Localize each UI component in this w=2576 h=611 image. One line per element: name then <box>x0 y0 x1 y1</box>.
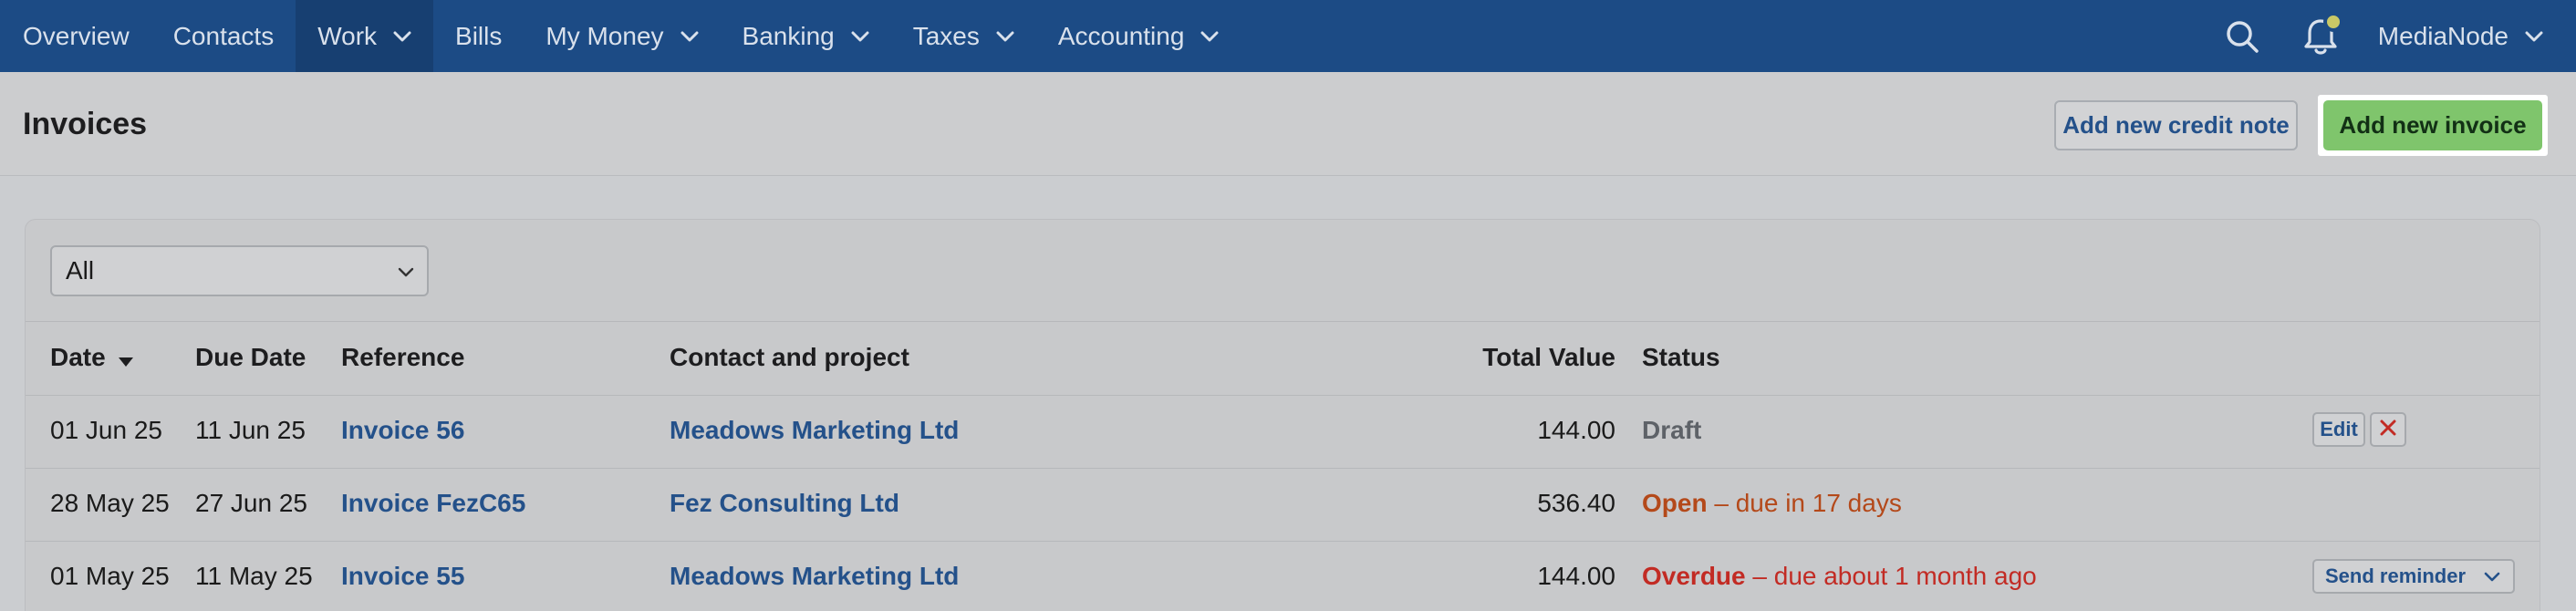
nav-item-taxes[interactable]: Taxes <box>891 0 1036 72</box>
column-header-total[interactable]: Total Value <box>1330 343 1615 372</box>
search-icon[interactable] <box>2221 16 2263 57</box>
bell-icon[interactable] <box>2300 11 2343 57</box>
divider <box>26 468 2540 469</box>
cell-total: 536.40 <box>1537 489 1615 517</box>
top-navigation: Overview Contacts Work Bills My Money Ba… <box>0 0 2576 72</box>
nav-item-label: Taxes <box>912 21 980 50</box>
divider <box>26 395 2540 396</box>
notification-badge <box>2322 11 2343 32</box>
nav-item-label: Bills <box>455 21 503 50</box>
add-invoice-button[interactable]: Add new invoice <box>2323 100 2542 150</box>
divider <box>26 541 2540 542</box>
status-label: Open <box>1642 489 1708 517</box>
nav-item-work[interactable]: Work <box>296 0 434 72</box>
column-header-label: Date <box>50 343 106 371</box>
status-label: Draft <box>1642 416 1702 444</box>
chevron-down-icon <box>398 267 414 278</box>
cell-status: Open – due in 17 days <box>1642 489 1902 518</box>
cell-status: Draft <box>1642 416 1701 445</box>
invoice-reference-link[interactable]: Invoice 55 <box>341 562 464 591</box>
nav-item-banking[interactable]: Banking <box>721 0 891 72</box>
nav-item-contacts[interactable]: Contacts <box>151 0 296 72</box>
close-icon <box>2380 419 2396 440</box>
cell-due-date: 27 Jun 25 <box>195 489 307 517</box>
invoice-reference-link[interactable]: Invoice 56 <box>341 416 464 445</box>
column-header-reference[interactable]: Reference <box>341 343 464 372</box>
contact-link[interactable]: Meadows Marketing Ltd <box>670 416 959 445</box>
nav-item-bills[interactable]: Bills <box>433 0 524 72</box>
page-header: Invoices Add new credit note Add new inv… <box>0 72 2576 176</box>
chevron-down-icon <box>2525 31 2543 42</box>
account-menu[interactable]: MediaNode <box>2378 22 2543 51</box>
status-detail: – due about 1 month ago <box>1745 562 2037 590</box>
chevron-down-icon <box>851 31 869 42</box>
nav-item-label: My Money <box>545 21 664 50</box>
nav-item-my-money[interactable]: My Money <box>524 0 720 72</box>
cell-due-date: 11 May 25 <box>195 562 313 590</box>
nav-item-label: Contacts <box>172 21 275 50</box>
sort-desc-icon <box>118 345 134 374</box>
add-credit-note-button[interactable]: Add new credit note <box>2054 100 2298 150</box>
nav-item-label: Work <box>317 21 378 50</box>
filter-selected-value: All <box>66 256 95 285</box>
account-label: MediaNode <box>2377 21 2508 50</box>
send-reminder-label: Send reminder <box>2325 564 2467 587</box>
nav-item-label: Overview <box>23 21 130 50</box>
cell-total: 144.00 <box>1537 416 1615 444</box>
edit-button[interactable]: Edit <box>2312 412 2365 447</box>
cell-total: 144.00 <box>1537 562 1615 590</box>
cell-date: 28 May 25 <box>50 489 170 517</box>
cell-status: Overdue – due about 1 month ago <box>1642 562 2037 591</box>
delete-button[interactable] <box>2370 412 2406 447</box>
chevron-down-icon <box>2484 572 2500 583</box>
nav-item-overview[interactable]: Overview <box>0 0 151 72</box>
send-reminder-button[interactable]: Send reminder <box>2312 559 2515 594</box>
nav-item-label: Banking <box>742 21 835 50</box>
chevron-down-icon <box>393 31 411 42</box>
chevron-down-icon <box>1200 31 1219 42</box>
status-detail: – due in 17 days <box>1707 489 1902 517</box>
contact-link[interactable]: Meadows Marketing Ltd <box>670 562 959 591</box>
nav-right-group: MediaNode <box>2221 0 2576 72</box>
column-header-status[interactable]: Status <box>1642 343 1720 372</box>
status-filter-select[interactable]: All <box>50 245 429 296</box>
divider <box>26 321 2540 322</box>
nav-item-label: Accounting <box>1057 21 1185 50</box>
invoice-reference-link[interactable]: Invoice FezC65 <box>341 489 525 518</box>
chevron-down-icon <box>680 31 699 42</box>
cell-date: 01 May 25 <box>50 562 170 590</box>
column-header-contact[interactable]: Contact and project <box>670 343 909 372</box>
status-label: Overdue <box>1642 562 1746 590</box>
page-title: Invoices <box>23 107 148 141</box>
add-invoice-highlight: Add new invoice <box>2318 95 2548 156</box>
contact-link[interactable]: Fez Consulting Ltd <box>670 489 899 518</box>
column-header-due-date[interactable]: Due Date <box>195 343 306 372</box>
chevron-down-icon <box>996 31 1014 42</box>
cell-due-date: 11 Jun 25 <box>195 416 306 444</box>
cell-date: 01 Jun 25 <box>50 416 162 444</box>
nav-item-accounting[interactable]: Accounting <box>1036 0 1241 72</box>
invoices-panel: All Date Due Date Reference Contact and … <box>25 219 2540 611</box>
column-header-date[interactable]: Date <box>50 343 134 374</box>
